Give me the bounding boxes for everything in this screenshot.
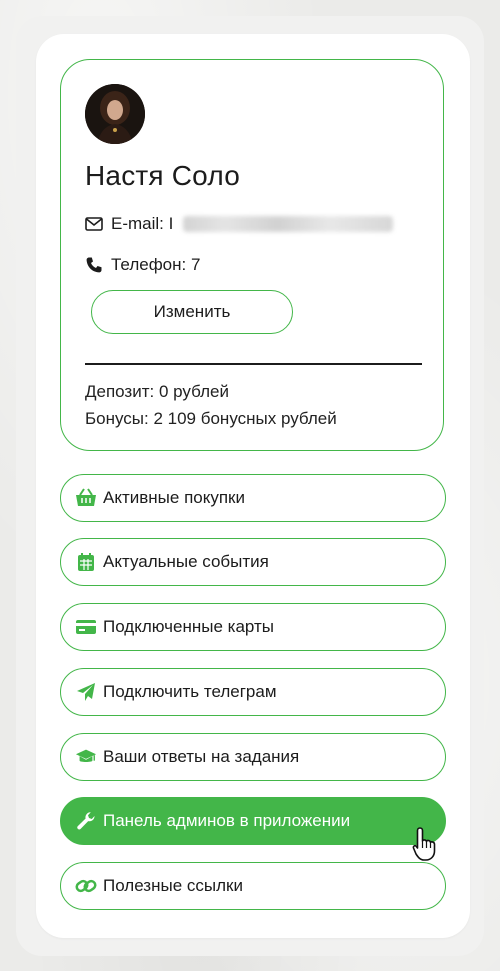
deposit-text: Депозит: 0 рублей bbox=[85, 382, 229, 401]
edit-profile-button[interactable]: Изменить bbox=[91, 290, 293, 334]
menu-label: Панель админов в приложении bbox=[103, 811, 351, 830]
paper-plane-icon bbox=[75, 681, 97, 703]
link-icon bbox=[75, 875, 97, 897]
envelope-icon bbox=[85, 215, 103, 233]
bonus-text: Бонусы: 2 109 бонусных рублей bbox=[85, 409, 337, 428]
menu-label: Активные покупки bbox=[103, 488, 245, 507]
menu-label: Актуальные события bbox=[103, 552, 269, 571]
divider bbox=[85, 363, 422, 365]
profile-card: Настя Соло E-mail: I Телефон: 7 Изменить… bbox=[60, 59, 444, 451]
menu-active-purchases[interactable]: Активные покупки bbox=[60, 474, 446, 522]
phone-icon bbox=[85, 256, 103, 274]
menu-current-events[interactable]: Актуальные события bbox=[60, 538, 446, 586]
user-name: Настя Соло bbox=[85, 160, 240, 191]
credit-card-icon bbox=[75, 616, 97, 638]
menu-label: Полезные ссылки bbox=[103, 876, 243, 895]
menu-label: Ваши ответы на задания bbox=[103, 747, 300, 766]
menu-linked-cards[interactable]: Подключенные карты bbox=[60, 603, 446, 651]
email-value-redacted bbox=[183, 216, 394, 232]
hand-pointer-cursor-icon bbox=[412, 826, 440, 862]
avatar bbox=[85, 84, 145, 144]
calendar-icon bbox=[75, 551, 97, 573]
graduation-cap-icon bbox=[75, 746, 97, 768]
menu-admin-panel[interactable]: Панель админов в приложении bbox=[60, 797, 446, 845]
phone-row: Телефон: 7 bbox=[85, 255, 200, 275]
menu-useful-links[interactable]: Полезные ссылки bbox=[60, 862, 446, 910]
menu-connect-telegram[interactable]: Подключить телеграм bbox=[60, 668, 446, 716]
menu-label: Подключенные карты bbox=[103, 617, 274, 636]
phone-label: Телефон: 7 bbox=[111, 255, 201, 274]
email-label: E-mail: I bbox=[111, 214, 174, 233]
wrench-icon bbox=[75, 810, 97, 832]
basket-icon bbox=[75, 487, 97, 509]
email-row: E-mail: I bbox=[85, 214, 394, 234]
menu-task-answers[interactable]: Ваши ответы на задания bbox=[60, 733, 446, 781]
menu-label: Подключить телеграм bbox=[103, 682, 277, 701]
